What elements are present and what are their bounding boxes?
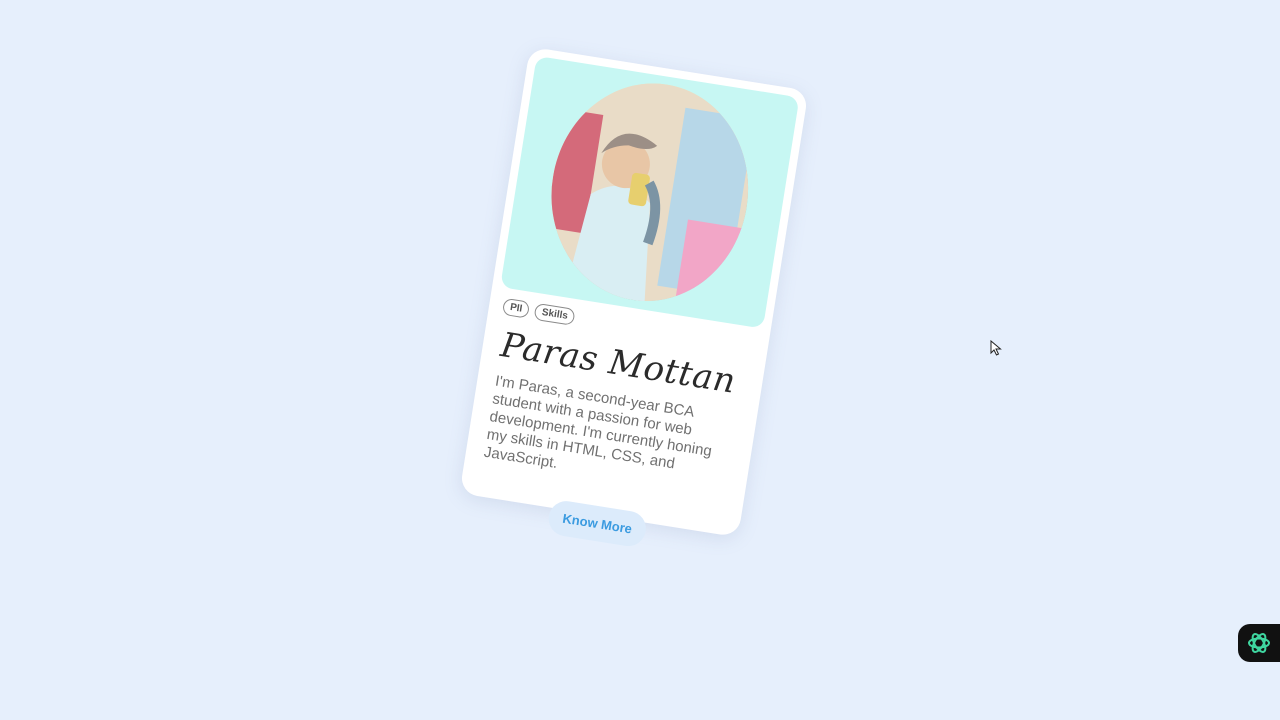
profile-card: PII Skills Paras Mottan I'm Paras, a sec… bbox=[459, 46, 809, 549]
button-wrapper: Know More bbox=[463, 486, 731, 562]
tag-pii[interactable]: PII bbox=[501, 297, 531, 319]
mouse-pointer-icon bbox=[990, 340, 1002, 356]
floating-action-button[interactable] bbox=[1238, 624, 1280, 662]
tag-skills[interactable]: Skills bbox=[533, 302, 576, 326]
know-more-button[interactable]: Know More bbox=[546, 498, 649, 549]
page: PII Skills Paras Mottan I'm Paras, a sec… bbox=[0, 0, 1280, 720]
openai-logo-icon bbox=[1248, 633, 1270, 653]
photo-frame bbox=[500, 55, 800, 329]
profile-photo bbox=[535, 69, 764, 316]
profile-photo-illustration bbox=[535, 69, 764, 316]
